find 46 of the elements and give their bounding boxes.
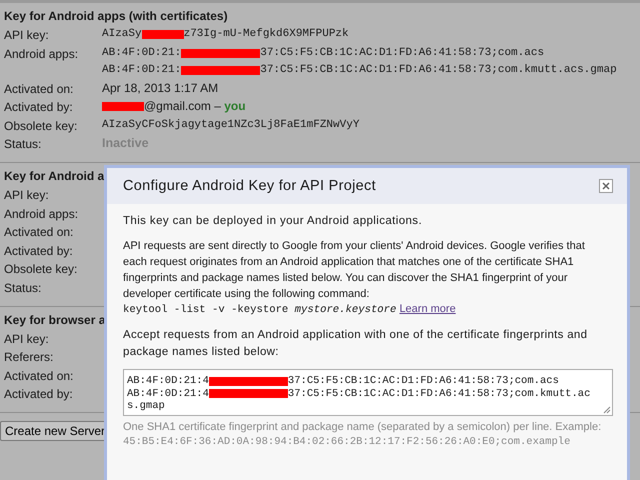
key-text: AIzaSyCFoSkjagytage1NZc3Lj8FaE1mFZNwVyY [102,118,360,133]
field-label: Obsolete key: [4,261,78,278]
accept-label: Accept requests from an Android application with one of the certificate fingerprints and package names listed below: [123,328,588,360]
key-text: 37:C5:F5:CB:1C:AC:D1:FD:A6:41:58:73;com.kmutt.acs.gmap [260,63,617,78]
field-label: API key: [4,330,50,348]
section-title: Key for Android apps (with certificates) [4,9,228,25]
field-label: Android apps: [4,206,80,223]
description-text: API requests are sent directly to Google from your clients' Android devices. Google verifies that each request originates from an Android application that matches one of the certificate SHA1 fingerprints and package names listed below. You can discover the SHA1 fingerprint of your developer certificate using the following command: [123,239,586,302]
field-label: Activated by: [4,386,74,404]
key-text: 37:C5:F5:CB:1C:AC:D1:FD:A6:41:58:73;com.acs [288,375,559,388]
key-text: AB:4F:0D:21:4 [127,375,209,388]
example-text: 45:B5:E4:6F:36:AD:0A:98:94:B4:02:66:2B:12:17:F2:56:26:A0:E0;com.example [123,435,572,450]
key-text: 37:C5:F5:CB:1C:AC:D1:FD:A6:41:58:73;com.kmutt.ac [288,388,590,400]
key-text: AIzaSy [102,27,142,42]
intro-text: This key can be deployed in your Android applications. [123,215,424,227]
redaction-bar [142,30,184,40]
key-text: s.gmap [127,400,165,412]
resize-grip-icon[interactable] [603,406,611,414]
field-label: Status: [4,136,42,154]
field-label: Activated on: [4,368,74,385]
command-text: keytool -list -v -keystore mystore.keystore [123,304,396,316]
field-label: Android apps: [4,46,80,63]
field-label: Activated on: [4,80,74,98]
key-text: AB:4F:0D:21: [102,46,182,61]
field-label: API key: [4,27,50,44]
close-icon[interactable] [599,179,613,193]
value-text: @gmail.com – [144,98,222,116]
section-title: Key for Android a [4,168,104,185]
key-text: 37:C5:F5:CB:1C:AC:D1:FD:A6:41:58:73;com.acs [260,46,544,61]
key-text: z73Ig-mU-Mefgkd6X9MFPUPzk [184,27,349,42]
field-label: Status: [4,280,42,297]
redaction-bar [102,102,144,112]
hint-text: One SHA1 certificate fingerprint and package name (separated by a semicolon) per line. Example: [123,420,602,435]
field-label: Obsolete key: [4,118,78,135]
dialog-title: Configure Android Key for API Project [123,178,376,194]
field-label: Activated on: [4,224,74,242]
key-text: AB:4F:0D:21:4 [127,388,209,400]
field-label: Activated by: [4,242,74,260]
you-label: you [224,98,246,116]
field-label: API key: [4,186,50,204]
field-label: Activated by: [4,99,74,116]
value-text: Apr 18, 2013 1:17 AM [102,80,218,97]
fingerprints-field[interactable]: AB:4F:0D:21:4 37:C5:F5:CB:1C:AC:D1:FD:A6:41:58:73;com.acs AB:4F:0D:21:4 37:C5:F5:CB:1C:AC:D1:FD:A6:41:58:73;com.kmutt.ac s.gmap [123,369,613,416]
field-label: Referers: [4,349,54,366]
learn-more-link[interactable]: Learn more [399,303,456,315]
key-text: AB:4F:0D:21: [102,63,182,78]
